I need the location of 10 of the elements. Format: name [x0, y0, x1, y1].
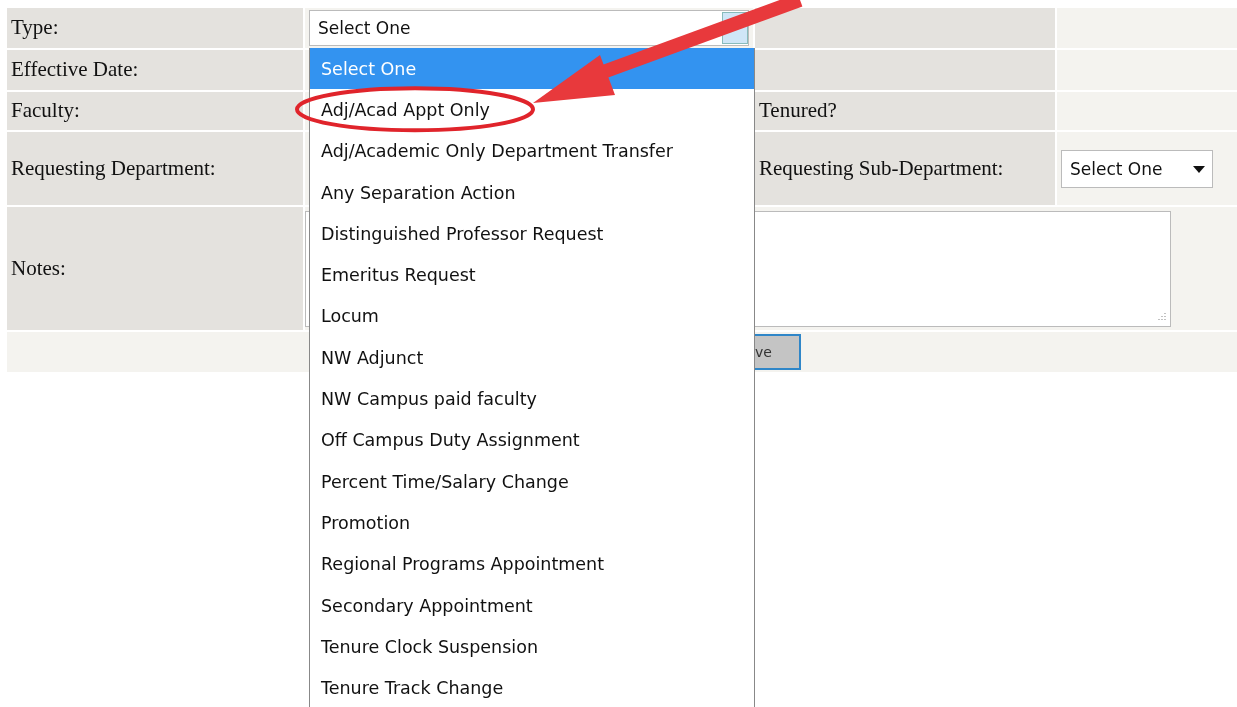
field-label: Notes:: [11, 254, 66, 282]
select-field[interactable]: Select One: [309, 10, 749, 46]
field-label: Type:: [11, 14, 59, 42]
field-label: Requesting Sub-Department:: [759, 154, 1004, 182]
select-field[interactable]: Select One: [1061, 149, 1213, 188]
resize-grip-icon: [1156, 311, 1166, 322]
field-label: Faculty:: [11, 97, 80, 125]
field-label: Requesting Department:: [11, 154, 216, 182]
field-label: Tenured?: [759, 97, 837, 125]
field-label: Effective Date:: [11, 56, 139, 84]
